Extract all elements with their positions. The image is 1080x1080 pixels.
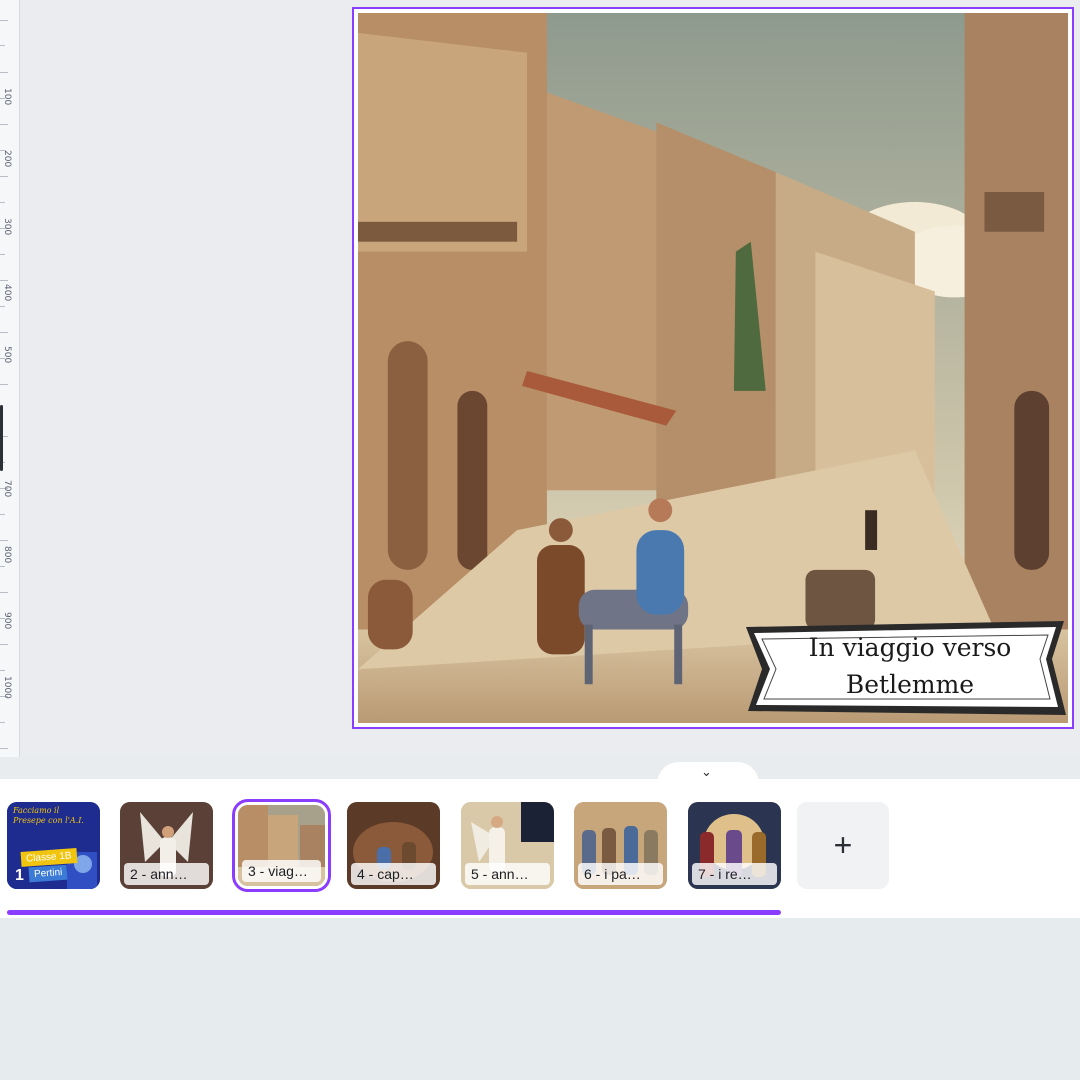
page-thumbnail-strip: Facciamo il Presepe con l'A.I. Classe 1B… xyxy=(0,779,1080,918)
page-label: 2 - ann… xyxy=(124,863,209,885)
page-thumbnail-7[interactable]: 7 - i re… xyxy=(688,802,781,889)
chevron-down-icon: ⌄ xyxy=(701,764,712,779)
plus-icon: + xyxy=(833,827,853,863)
ruler-label: 800 xyxy=(2,546,12,564)
page-label: 3 - viag… xyxy=(242,860,321,882)
add-page-button[interactable]: + xyxy=(797,802,889,889)
ruler-label: 200 xyxy=(2,150,12,168)
bottom-empty-area xyxy=(0,918,1080,1080)
pages-scroll-indicator[interactable] xyxy=(7,910,781,915)
street-illustration[interactable]: In viaggio verso Betlemme xyxy=(358,13,1068,723)
banner-title: In viaggio verso Betlemme xyxy=(768,629,1052,703)
ruler-label: 500 xyxy=(2,346,12,364)
ruler-label: 700 xyxy=(2,480,12,498)
street-scene-image xyxy=(358,13,1068,723)
page-thumbnail-2[interactable]: 2 - ann… xyxy=(120,802,213,889)
page-label: 7 - i re… xyxy=(692,863,777,885)
page-thumbnail-3[interactable]: 3 - viag… xyxy=(232,799,331,892)
page-thumbnail-1[interactable]: Facciamo il Presepe con l'A.I. Classe 1B… xyxy=(7,802,100,889)
page-number: 1 xyxy=(15,867,24,884)
ruler-label: 900 xyxy=(2,612,12,630)
title-banner[interactable]: In viaggio verso Betlemme xyxy=(740,619,1068,717)
page-thumbnail-4[interactable]: 4 - cap… xyxy=(347,802,440,889)
ruler-label: 400 xyxy=(2,284,12,302)
banner-line-1: In viaggio verso xyxy=(808,633,1012,662)
page-label: 6 - i pa… xyxy=(578,863,663,885)
page-label: 4 - cap… xyxy=(351,863,436,885)
page-label: 5 - ann… xyxy=(465,863,550,885)
banner-line-2: Betlemme xyxy=(845,670,975,699)
ruler-label: 300 xyxy=(2,218,12,236)
cover-title: Facciamo il Presepe con l'A.I. xyxy=(13,806,84,825)
ruler-label: 1000 xyxy=(2,676,12,699)
editor-canvas-area[interactable]: 100 200 300 400 500 700 800 900 1000 In … xyxy=(0,0,1080,757)
page-thumbnail-5[interactable]: 5 - ann… xyxy=(461,802,554,889)
page-thumbnail-6[interactable]: 6 - i pa… xyxy=(574,802,667,889)
cover-badge-school: Pertini xyxy=(28,864,68,883)
vertical-ruler: 100 200 300 400 500 700 800 900 1000 xyxy=(0,0,20,757)
selected-page-frame[interactable]: In viaggio verso Betlemme xyxy=(352,7,1074,729)
panel-divider xyxy=(0,757,1080,779)
ruler-scroll-handle[interactable] xyxy=(0,405,3,471)
ruler-label: 100 xyxy=(2,88,12,106)
